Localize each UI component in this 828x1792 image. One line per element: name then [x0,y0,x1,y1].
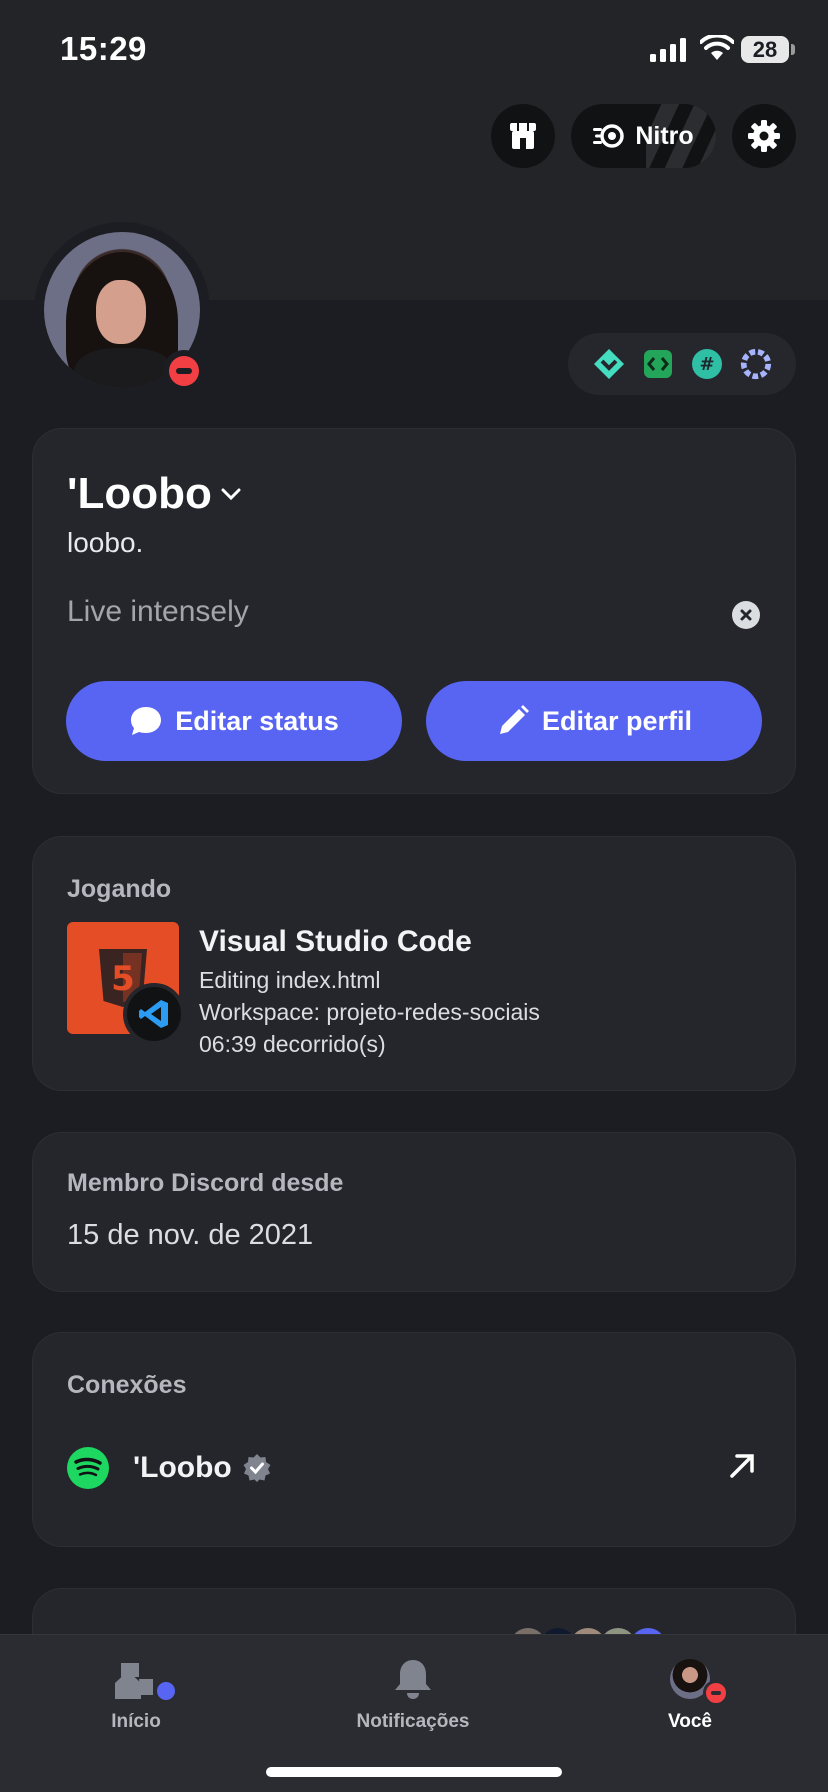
member-since-card: Membro Discord desde 15 de nov. de 2021 [32,1132,796,1292]
svg-text:#: # [699,354,714,375]
bell-icon [313,1655,513,1703]
username: loobo. [67,527,144,558]
quest-badge-icon[interactable]: # [690,347,724,381]
member-since-heading: Membro Discord desde [67,1169,344,1197]
display-name[interactable]: 'Loobo [67,469,242,519]
nitro-badge-icon[interactable] [739,347,773,381]
nitro-button[interactable]: Nitro [571,104,716,168]
battery-tip [791,44,795,55]
chevron-down-icon [221,488,241,501]
nitro-label: Nitro [635,121,694,150]
gear-icon [748,120,780,152]
profile-card: 'Loobo loobo. Live intensely Editar stat… [32,428,796,794]
member-since-date: 15 de nov. de 2021 [67,1219,314,1251]
tab-you-label: Você [667,1711,712,1732]
activity-card[interactable]: Jogando 5 Visual Studio Code Editing ind… [32,836,796,1091]
pencil-icon [499,705,529,734]
tab-you-icon [590,1655,790,1706]
tab-home[interactable]: Início [36,1655,236,1733]
connections-card: Conexões 'Loobo [32,1332,796,1547]
tab-notifications[interactable]: Notificações [313,1655,513,1733]
battery-icon: 28 [741,36,789,63]
home-indicator[interactable] [266,1767,562,1777]
clock: 15:29 [60,30,147,67]
chat-bubble-icon [131,707,162,735]
signal-icon [650,38,686,62]
verified-icon [243,1454,271,1482]
edit-status-label: Editar status [175,705,339,736]
activity-details: Editing index.html [199,967,381,993]
spotify-icon [67,1447,109,1489]
activity-workspace: Workspace: projeto-redes-sociais [199,999,540,1025]
badges-row[interactable]: # [568,333,796,395]
shop-button[interactable] [491,104,555,168]
edit-status-button[interactable]: Editar status [66,681,402,761]
hypesquad-badge-icon[interactable] [592,347,626,381]
edit-profile-button[interactable]: Editar perfil [426,681,762,761]
activity-heading: Jogando [67,875,172,903]
display-name-text: 'Loobo [67,469,212,518]
settings-button[interactable] [732,104,796,168]
shop-icon [510,123,536,149]
edit-profile-label: Editar perfil [541,705,693,736]
connection-name: 'Loobo [133,1451,232,1484]
unread-dot [154,1679,178,1703]
tab-home-label: Início [111,1711,161,1732]
vscode-icon [123,983,185,1045]
home-icon [36,1655,236,1703]
dnd-status-indicator [163,350,205,392]
close-icon [740,609,752,621]
activity-app-name: Visual Studio Code [199,925,472,958]
external-link-icon[interactable] [727,1451,757,1481]
connections-heading: Conexões [67,1371,187,1399]
dnd-status-indicator [703,1680,729,1706]
tab-notifications-label: Notificações [356,1711,470,1732]
tab-you[interactable]: Você [590,1655,790,1733]
connection-row-spotify[interactable]: 'Loobo [67,1443,767,1493]
status-bar: 15:29 28 [0,0,828,100]
clear-status-button[interactable] [732,601,760,629]
nitro-icon [593,124,625,148]
custom-status[interactable]: Live intensely [67,595,249,629]
wifi-icon [700,35,734,60]
active-developer-badge-icon[interactable] [641,347,675,381]
activity-elapsed: 06:39 decorrido(s) [199,1031,386,1057]
